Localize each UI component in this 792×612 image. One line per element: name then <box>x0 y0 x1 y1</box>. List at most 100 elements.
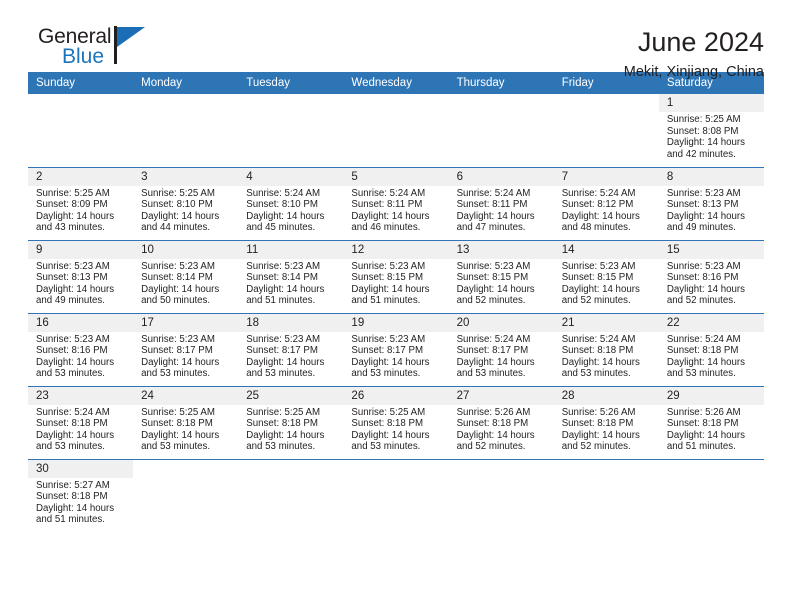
day-info-sunrise: Sunrise: 5:24 AM <box>456 333 531 345</box>
general-blue-logo[interactable]: General Blue <box>28 26 148 74</box>
day-info-sunset: Sunset: 8:17 PM <box>141 345 213 357</box>
day-number: 11 <box>238 240 344 259</box>
calendar-day-cell[interactable]: 3 Sunrise: 5:25 AM Sunset: 8:10 PM Daylight… <box>133 167 239 241</box>
calendar-day-cell[interactable]: 2 Sunrise: 5:25 AM Sunset: 8:09 PM Daylight… <box>28 167 134 241</box>
calendar-day-cell[interactable]: 24 Sunrise: 5:25 AM Sunset: 8:18 PM Dayligh… <box>133 386 239 460</box>
page-title: June 2024 <box>637 27 764 57</box>
calendar-day-cell[interactable]: 29 Sunrise: 5:26 AM Sunset: 8:18 PM Dayligh… <box>658 386 764 460</box>
day-info-sunset: Sunset: 8:13 PM <box>36 272 108 284</box>
day-info-daylight2: and 53 minutes. <box>351 368 421 380</box>
calendar-day-cell[interactable]: 14 Sunrise: 5:23 AM Sunset: 8:15 PM Dayligh… <box>553 240 659 314</box>
day-info-sunrise: Sunrise: 5:25 AM <box>246 406 321 418</box>
calendar-day-cell[interactable]: 12 Sunrise: 5:23 AM Sunset: 8:15 PM Dayligh… <box>343 240 449 314</box>
calendar-day-cell[interactable]: 9 Sunrise: 5:23 AM Sunset: 8:13 PM Daylight… <box>28 240 134 314</box>
calendar-day-cell[interactable]: 22 Sunrise: 5:24 AM Sunset: 8:18 PM Dayligh… <box>658 313 764 387</box>
day-info-sunrise: Sunrise: 5:24 AM <box>561 333 636 345</box>
calendar-day-cell[interactable]: 27 Sunrise: 5:26 AM Sunset: 8:18 PM Dayligh… <box>448 386 554 460</box>
calendar-day-cell[interactable]: 20 Sunrise: 5:24 AM Sunset: 8:17 PM Dayligh… <box>448 313 554 387</box>
day-info: Sunrise: 5:26 AM Sunset: 8:18 PM Daylight:… <box>659 405 764 453</box>
day-info: Sunrise: 5:23 AM Sunset: 8:14 PM Daylight:… <box>238 259 343 307</box>
calendar-day-cell[interactable]: 6 Sunrise: 5:24 AM Sunset: 8:11 PM Daylight… <box>448 167 554 241</box>
calendar-day-cell[interactable]: 8 Sunrise: 5:23 AM Sunset: 8:13 PM Daylight… <box>658 167 764 241</box>
day-info-sunset: Sunset: 8:10 PM <box>246 199 318 211</box>
calendar-day-cell[interactable]: 17 Sunrise: 5:23 AM Sunset: 8:17 PM Dayligh… <box>133 313 239 387</box>
calendar-day-cell[interactable]: 5 Sunrise: 5:24 AM Sunset: 8:11 PM Daylight… <box>343 167 449 241</box>
day-info-sunset: Sunset: 8:15 PM <box>456 272 529 284</box>
calendar-day-cell[interactable]: 11 Sunrise: 5:23 AM Sunset: 8:14 PM Dayligh… <box>238 240 344 314</box>
logo-text-blue: Blue <box>62 45 105 68</box>
day-info-daylight1: Daylight: 14 hours <box>246 210 325 222</box>
day-number: 18 <box>238 313 344 332</box>
page-header: General Blue June 2024 Mekit, Xinjiang, … <box>28 0 764 80</box>
day-info-sunrise: Sunrise: 5:24 AM <box>561 187 636 199</box>
calendar-day-cell[interactable]: 28 Sunrise: 5:26 AM Sunset: 8:18 PM Dayligh… <box>553 386 659 460</box>
day-number: 20 <box>448 313 554 332</box>
day-info-daylight1: Daylight: 14 hours <box>666 356 745 368</box>
calendar-day-cell[interactable]: 16 Sunrise: 5:23 AM Sunset: 8:16 PM Dayligh… <box>28 313 134 387</box>
day-info-daylight2: and 53 minutes. <box>351 441 421 453</box>
day-info: Sunrise: 5:23 AM Sunset: 8:13 PM Daylight:… <box>659 186 764 234</box>
calendar-day-cell[interactable]: 13 Sunrise: 5:23 AM Sunset: 8:15 PM Dayligh… <box>448 240 554 314</box>
day-info-daylight2: and 53 minutes. <box>141 368 211 380</box>
day-info-sunset: Sunset: 8:17 PM <box>456 345 529 357</box>
day-info-daylight2: and 49 minutes. <box>36 295 105 307</box>
day-info-sunrise: Sunrise: 5:26 AM <box>666 406 741 418</box>
day-number: 14 <box>553 240 659 259</box>
day-info: Sunrise: 5:23 AM Sunset: 8:17 PM Daylight:… <box>343 332 448 380</box>
calendar-day-cell[interactable]: 15 Sunrise: 5:23 AM Sunset: 8:16 PM Dayligh… <box>658 240 764 314</box>
calendar-cell-empty <box>238 459 344 532</box>
calendar-cell-empty <box>343 459 449 532</box>
day-info-daylight1: Daylight: 14 hours <box>36 502 115 514</box>
calendar-day-cell[interactable]: 30 Sunrise: 5:27 AM Sunset: 8:18 PM Dayligh… <box>28 459 134 532</box>
day-info-daylight2: and 50 minutes. <box>141 295 211 307</box>
day-info-daylight1: Daylight: 14 hours <box>456 356 535 368</box>
day-number: 3 <box>133 167 239 186</box>
calendar-day-cell[interactable]: 26 Sunrise: 5:25 AM Sunset: 8:18 PM Dayligh… <box>343 386 449 460</box>
calendar-day-cell[interactable]: 21 Sunrise: 5:24 AM Sunset: 8:18 PM Dayligh… <box>553 313 659 387</box>
day-number: 28 <box>553 386 659 405</box>
day-info-daylight1: Daylight: 14 hours <box>36 210 115 222</box>
calendar-day-cell[interactable]: 23 Sunrise: 5:24 AM Sunset: 8:18 PM Dayligh… <box>28 386 134 460</box>
day-info-daylight1: Daylight: 14 hours <box>561 429 640 441</box>
day-number: 26 <box>343 386 449 405</box>
day-info-sunrise: Sunrise: 5:23 AM <box>666 187 741 199</box>
day-info-daylight2: and 45 minutes. <box>246 222 316 234</box>
calendar-day-cell[interactable]: 19 Sunrise: 5:23 AM Sunset: 8:17 PM Dayligh… <box>343 313 449 387</box>
day-info-daylight2: and 51 minutes. <box>36 514 105 526</box>
day-info-daylight1: Daylight: 14 hours <box>141 429 220 441</box>
day-info-sunrise: Sunrise: 5:23 AM <box>666 260 741 272</box>
day-number: 25 <box>238 386 344 405</box>
day-info-daylight2: and 52 minutes. <box>456 441 526 453</box>
calendar-cell-empty <box>658 459 764 532</box>
calendar-day-cell[interactable]: 10 Sunrise: 5:23 AM Sunset: 8:14 PM Dayligh… <box>133 240 239 314</box>
calendar-cell-empty <box>133 459 239 532</box>
day-info-sunset: Sunset: 8:13 PM <box>666 199 739 211</box>
day-info-daylight2: and 52 minutes. <box>561 295 631 307</box>
calendar-day-cell[interactable]: 7 Sunrise: 5:24 AM Sunset: 8:12 PM Daylight… <box>553 167 659 241</box>
day-info-daylight2: and 53 minutes. <box>666 368 736 380</box>
day-info: Sunrise: 5:23 AM Sunset: 8:17 PM Daylight:… <box>133 332 238 380</box>
day-info: Sunrise: 5:23 AM Sunset: 8:17 PM Daylight:… <box>238 332 343 380</box>
day-info-daylight1: Daylight: 14 hours <box>666 429 745 441</box>
calendar-day-cell[interactable]: 25 Sunrise: 5:25 AM Sunset: 8:18 PM Dayligh… <box>238 386 344 460</box>
calendar-day-cell[interactable]: 1 Sunrise: 5:25 AM Sunset: 8:08 PM Daylight… <box>658 94 764 168</box>
day-info-sunrise: Sunrise: 5:24 AM <box>246 187 321 199</box>
day-info-daylight2: and 52 minutes. <box>666 295 736 307</box>
calendar-day-cell[interactable]: 18 Sunrise: 5:23 AM Sunset: 8:17 PM Dayligh… <box>238 313 344 387</box>
day-number: 22 <box>658 313 764 332</box>
day-info-daylight1: Daylight: 14 hours <box>351 356 430 368</box>
day-number: 29 <box>658 386 764 405</box>
day-info-sunrise: Sunrise: 5:27 AM <box>36 479 110 491</box>
day-info-daylight2: and 44 minutes. <box>141 222 211 234</box>
calendar-day-cell[interactable]: 4 Sunrise: 5:24 AM Sunset: 8:10 PM Daylight… <box>238 167 344 241</box>
day-info-daylight2: and 51 minutes. <box>666 441 736 453</box>
calendar-cell-empty <box>553 459 659 532</box>
day-info: Sunrise: 5:24 AM Sunset: 8:10 PM Daylight:… <box>238 186 343 234</box>
day-info-daylight1: Daylight: 14 hours <box>36 356 115 368</box>
calendar-week-row: 1 Sunrise: 5:25 AM Sunset: 8:08 PM Daylight… <box>28 94 764 168</box>
calendar-week-row: 16 Sunrise: 5:23 AM Sunset: 8:16 PM Dayligh… <box>28 313 764 387</box>
calendar-week-row: 30 Sunrise: 5:27 AM Sunset: 8:18 PM Dayligh… <box>28 459 764 532</box>
day-number: 4 <box>238 167 344 186</box>
calendar-week-row: 2 Sunrise: 5:25 AM Sunset: 8:09 PM Daylight… <box>28 167 764 241</box>
day-info-sunset: Sunset: 8:11 PM <box>456 199 528 211</box>
